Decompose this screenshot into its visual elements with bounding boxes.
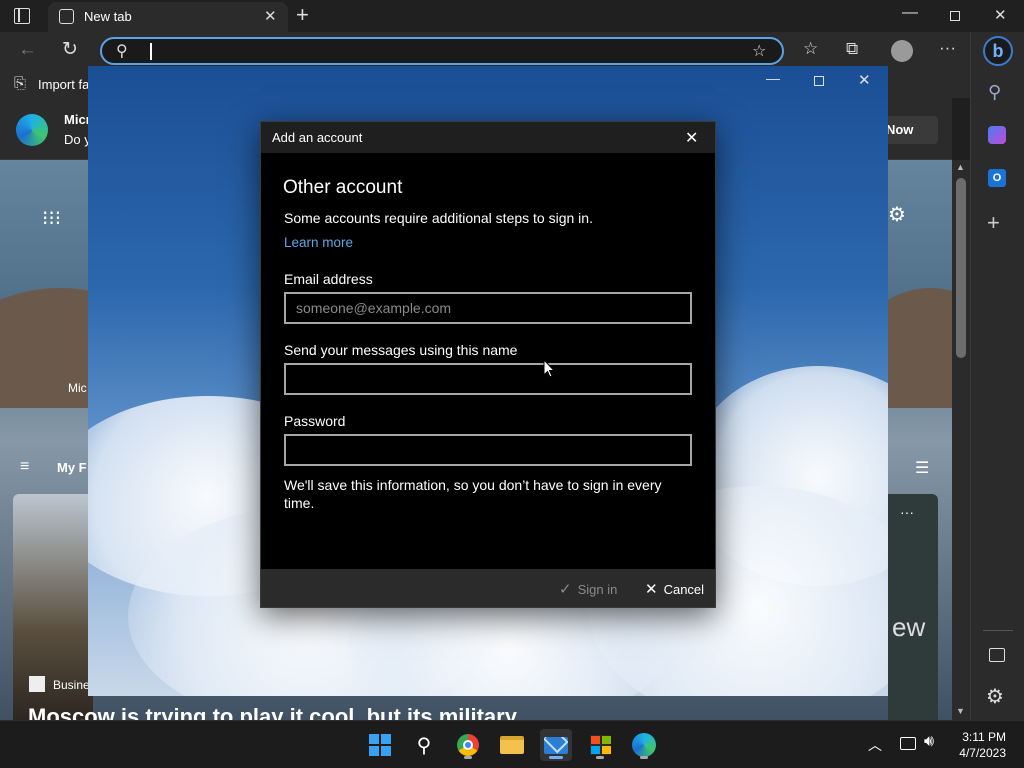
window-close-icon[interactable]: ✕	[994, 6, 1007, 24]
dialog-titlebar: Add an account ✕	[261, 122, 715, 153]
running-indicator	[464, 756, 472, 759]
clock-time: 3:11 PM	[962, 730, 1006, 744]
chrome-icon[interactable]	[452, 729, 484, 761]
start-button[interactable]	[364, 729, 396, 761]
profile-avatar[interactable]	[891, 40, 913, 62]
email-label: Email address	[284, 271, 373, 287]
news-card-left[interactable]: Busine	[13, 494, 93, 720]
page-scrollbar[interactable]: ▲ ▼	[952, 160, 970, 720]
apps-grid-icon[interactable]: ⁝⁝⁝	[42, 206, 61, 231]
system-clock[interactable]: 3:11 PM 4/7/2023	[959, 729, 1006, 761]
mail-close-icon[interactable]: ✕	[858, 71, 871, 89]
add-account-dialog: Add an account ✕ Other account Some acco…	[260, 121, 716, 608]
collections-icon[interactable]: ⧉	[846, 39, 858, 59]
tab-title: New tab	[84, 9, 132, 24]
search-icon: ⚲	[116, 43, 128, 60]
edge-sidebar: b ⚲ O + ⚙	[970, 32, 1024, 720]
show-hidden-icons-chevron[interactable]: ︿	[868, 735, 882, 755]
new-tab-page-icon	[59, 9, 74, 24]
address-bar[interactable]: ⚲ ☆	[100, 37, 784, 65]
dialog-close-icon[interactable]: ✕	[685, 128, 705, 148]
cancel-label: Cancel	[663, 581, 705, 597]
import-icon: ⎘	[14, 75, 27, 92]
toolbar: ← ↻ ⚲ ☆ ☆ ⧉ ···	[0, 32, 970, 70]
card-more-icon[interactable]: ···	[900, 504, 914, 520]
favorites-icon[interactable]: ☆	[803, 39, 818, 59]
checkmark-icon: ✓	[559, 581, 572, 598]
save-info-note: We'll save this information, so you don’…	[284, 477, 662, 511]
dialog-title: Add an account	[272, 130, 363, 145]
my-feed-tab[interactable]: My F	[57, 460, 87, 475]
display-name-label: Send your messages using this name	[284, 342, 518, 358]
store-icon[interactable]	[584, 729, 616, 761]
edge-logo-icon	[16, 114, 48, 146]
map-text-fragment: ew	[892, 612, 926, 642]
sidebar-outlook-icon[interactable]: O	[988, 169, 1006, 187]
clock-date: 4/7/2023	[959, 746, 1006, 760]
dialog-footer: ✓ Sign in ✕ Cancel	[261, 569, 715, 607]
dialog-description: Some accounts require additional steps t…	[284, 210, 593, 226]
minimize-icon[interactable]: —	[902, 4, 918, 22]
more-options-icon[interactable]: ···	[939, 38, 956, 58]
infobar-subtitle: Do y	[64, 132, 91, 147]
mouse-pointer-icon	[543, 359, 555, 378]
refresh-icon[interactable]: ↻	[62, 38, 78, 61]
taskbar: ⚲ ︿ 🔊︎ 3:11 PM 4/7/2023	[0, 720, 1024, 768]
learn-more-link[interactable]: Learn more	[284, 235, 353, 250]
bing-icon[interactable]: b	[983, 36, 1013, 66]
sidebar-settings-icon[interactable]: ⚙	[986, 684, 1004, 709]
sidebar-copilot-icon[interactable]	[988, 126, 1006, 144]
sidebar-divider	[983, 630, 1013, 631]
dialog-heading: Other account	[283, 177, 403, 198]
mail-minimize-icon[interactable]: —	[766, 70, 780, 86]
cancel-button[interactable]: ✕ Cancel	[645, 580, 704, 598]
running-indicator	[596, 756, 604, 759]
sidebar-add-icon[interactable]: +	[987, 210, 1000, 236]
news-headline[interactable]: Moscow is trying to play it cool, but it…	[28, 704, 517, 720]
password-label: Password	[284, 413, 346, 429]
scroll-thumb[interactable]	[956, 178, 966, 358]
favorites-import-link[interactable]: Import fa	[38, 77, 89, 92]
back-arrow-icon[interactable]: ←	[18, 39, 37, 61]
sidebar-toggle-icon[interactable]	[989, 648, 1005, 662]
infobar-title: Micr	[64, 112, 91, 127]
network-icon[interactable]	[900, 737, 916, 750]
add-favorite-icon[interactable]: ☆	[752, 41, 766, 61]
layout-icon[interactable]: ☰	[915, 458, 929, 478]
edge-taskbar-icon[interactable]	[628, 729, 660, 761]
tab-new-tab[interactable]: New tab ✕	[48, 2, 288, 32]
active-indicator	[549, 756, 563, 759]
sign-in-button[interactable]: ✓ Sign in	[559, 580, 617, 598]
scroll-down-icon[interactable]: ▼	[956, 706, 965, 716]
email-field[interactable]	[284, 292, 692, 324]
text-cursor	[150, 43, 152, 60]
cancel-x-icon: ✕	[645, 581, 658, 598]
tab-actions-icon[interactable]	[14, 8, 30, 24]
tab-close-icon[interactable]: ✕	[264, 7, 277, 25]
publisher-name: Busine	[53, 678, 90, 692]
taskbar-search-icon[interactable]: ⚲	[408, 729, 440, 761]
display-name-field[interactable]	[284, 363, 692, 395]
sign-in-label: Sign in	[577, 581, 618, 597]
hamburger-menu-icon[interactable]: ≡	[20, 458, 29, 476]
browser-tab-bar: New tab ✕ + — ✕	[0, 0, 1024, 32]
password-field[interactable]	[284, 434, 692, 466]
scroll-up-icon[interactable]: ▲	[956, 162, 965, 172]
running-indicator	[640, 756, 648, 759]
sidebar-search-icon[interactable]: ⚲	[988, 82, 1001, 103]
mail-maximize-icon[interactable]	[814, 76, 824, 86]
page-settings-icon[interactable]: ⚙	[888, 202, 906, 227]
news-card-right[interactable]: ··· ew	[888, 494, 938, 720]
restore-icon[interactable]	[950, 11, 960, 21]
new-tab-plus-icon[interactable]: +	[296, 2, 309, 28]
mail-icon[interactable]	[540, 729, 572, 761]
publisher-logo	[29, 676, 45, 692]
file-explorer-icon[interactable]	[496, 729, 528, 761]
volume-icon[interactable]: 🔊︎	[924, 733, 934, 751]
page-text-fragment: Mic	[68, 381, 87, 395]
